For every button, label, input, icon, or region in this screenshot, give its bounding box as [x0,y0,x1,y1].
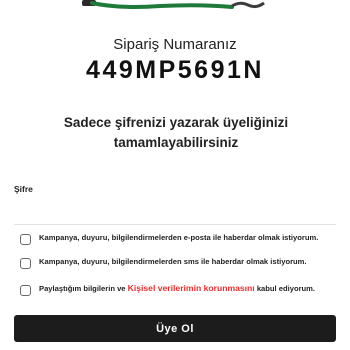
signup-button[interactable]: Üye Ol [14,315,336,342]
hero-banner-graphic [82,0,265,9]
kvkk-link[interactable]: Kişisel verilerimin korunmasını [128,283,255,293]
consent-sms-checkbox[interactable] [20,258,31,269]
order-number: 449MP5691N [86,56,264,84]
consent-email-text: Kampanya, duyuru, bilgilendirmelerden e-… [39,233,319,242]
consent-sms-text: Kampanya, duyuru, bilgilendirmelerden sm… [39,257,307,266]
intro-text: Sadece şifrenizi yazarak üyeliğinizi tam… [63,115,289,150]
consent-sms-row: Kampanya, duyuru, bilgilendirmelerden sm… [20,256,320,269]
password-input[interactable] [14,197,336,225]
consent-kvkk-text: Paylaştığım bilgilerin ve Kişisel verile… [39,283,315,294]
consent-kvkk: Paylaştığım bilgilerin ve Kişisel verile… [20,283,320,296]
order-number-label: Sipariş Numaranız [113,36,237,53]
consent-kvkk-text-before: Paylaştığım bilgilerin ve [39,284,128,293]
consent-kvkk-text-after: kabul ediyorum. [254,284,316,293]
consent-email: Kampanya, duyuru, bilgilendirmelerden e-… [20,232,320,245]
password-label: Şifre [14,184,33,194]
consent-email-checkbox[interactable] [20,234,31,245]
consent-kvkk-checkbox[interactable] [20,285,31,296]
hero-banner-edge [0,0,350,12]
